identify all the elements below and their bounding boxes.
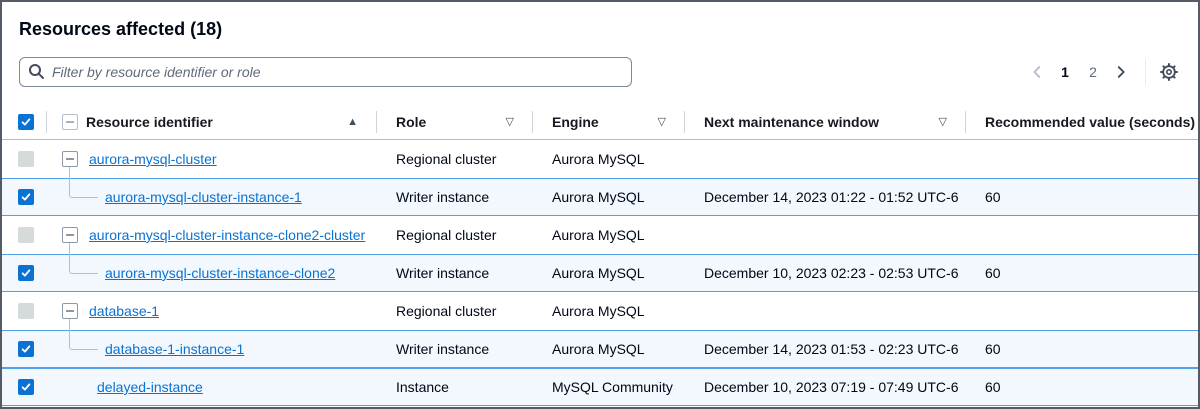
row-checkbox[interactable] [18, 189, 34, 205]
tree-connector [69, 330, 98, 350]
window-cell [684, 292, 965, 330]
engine-cell: Aurora MySQL [532, 216, 684, 254]
resource-link[interactable]: delayed-instance [46, 379, 203, 395]
window-cell [684, 216, 965, 254]
row-checkbox-disabled [18, 303, 34, 319]
column-label-window: Next maintenance window [704, 114, 879, 130]
value-cell [965, 292, 1198, 330]
role-cell: Regional cluster [376, 292, 532, 330]
toolbar-divider [1145, 59, 1146, 85]
role-cell: Writer instance [376, 255, 532, 291]
value-cell: 60 [965, 331, 1198, 367]
next-page-button[interactable] [1109, 60, 1133, 84]
value-cell: 60 [965, 369, 1198, 405]
role-cell: Writer instance [376, 179, 532, 215]
checkmark-icon [20, 381, 32, 393]
row-checkbox-disabled [18, 151, 34, 167]
column-header-resource[interactable]: Resource identifier ▲ [46, 104, 376, 139]
table-header-row: Resource identifier ▲ Role ▽ Engine ▽ Ne… [2, 104, 1198, 140]
pagination: 1 2 [1025, 60, 1133, 84]
page-title: Resources affected (18) [19, 18, 1198, 40]
column-header-window[interactable]: Next maintenance window ▽ [684, 104, 965, 139]
tree-connector [69, 254, 98, 274]
checkmark-icon [20, 191, 32, 203]
table-row: database-1-instance-1 Writer instance Au… [2, 330, 1198, 368]
resources-table: Resource identifier ▲ Role ▽ Engine ▽ Ne… [2, 104, 1198, 406]
row-checkbox[interactable] [18, 341, 34, 357]
collapse-row-icon[interactable] [62, 151, 78, 167]
table-row: delayed-instance Instance MySQL Communit… [2, 368, 1198, 406]
select-all-checkbox[interactable] [18, 114, 34, 130]
header-select-cell [2, 104, 46, 139]
checkmark-icon [20, 267, 32, 279]
engine-cell: Aurora MySQL [532, 179, 684, 215]
table-row: aurora-mysql-cluster Regional cluster Au… [2, 140, 1198, 178]
sort-icon-role[interactable]: ▽ [496, 115, 514, 128]
row-checkbox[interactable] [18, 379, 34, 395]
value-cell: 60 [965, 255, 1198, 291]
table-row: aurora-mysql-cluster-instance-clone2-clu… [2, 216, 1198, 254]
resources-affected-panel: Resources affected (18) 1 2 [0, 0, 1200, 409]
checkmark-icon [20, 343, 32, 355]
window-cell: December 10, 2023 07:19 - 07:49 UTC-6 [684, 369, 965, 405]
window-cell: December 10, 2023 02:23 - 02:53 UTC-6 [684, 255, 965, 291]
row-checkbox-disabled [18, 227, 34, 243]
value-cell [965, 140, 1198, 178]
column-label-resource: Resource identifier [86, 114, 213, 130]
role-cell: Writer instance [376, 331, 532, 367]
sort-icon-value[interactable]: ▽ [1195, 115, 1200, 128]
page-button-2[interactable]: 2 [1081, 60, 1105, 84]
window-cell: December 14, 2023 01:53 - 02:23 UTC-6 [684, 331, 965, 367]
role-cell: Regional cluster [376, 216, 532, 254]
role-cell: Regional cluster [376, 140, 532, 178]
column-label-value: Recommended value (seconds) [985, 114, 1195, 130]
resource-link[interactable]: aurora-mysql-cluster-instance-clone2-clu… [46, 227, 365, 243]
engine-cell: Aurora MySQL [532, 331, 684, 367]
sort-icon-window[interactable]: ▽ [929, 115, 947, 128]
chevron-right-icon [1114, 65, 1128, 79]
window-cell: December 14, 2023 01:22 - 01:52 UTC-6 [684, 179, 965, 215]
collapse-row-icon[interactable] [62, 227, 78, 243]
table-row: aurora-mysql-cluster-instance-1 Writer i… [2, 178, 1198, 216]
column-header-value[interactable]: Recommended value (seconds) ▽ [965, 104, 1200, 139]
filter-input[interactable] [19, 57, 632, 87]
sort-ascending-icon[interactable]: ▲ [337, 116, 358, 128]
column-label-engine: Engine [552, 114, 599, 130]
row-checkbox[interactable] [18, 265, 34, 281]
value-cell [965, 216, 1198, 254]
role-cell: Instance [376, 369, 532, 405]
table-toolbar: 1 2 [2, 56, 1198, 88]
column-header-engine[interactable]: Engine ▽ [532, 104, 684, 139]
window-cell [684, 140, 965, 178]
checkmark-icon [20, 116, 32, 128]
engine-cell: MySQL Community [532, 369, 684, 405]
collapse-row-icon[interactable] [62, 303, 78, 319]
previous-page-button[interactable] [1025, 60, 1049, 84]
gear-icon [1159, 62, 1179, 82]
tree-connector [69, 178, 98, 198]
table-row: database-1 Regional cluster Aurora MySQL [2, 292, 1198, 330]
page-button-1[interactable]: 1 [1053, 60, 1077, 84]
filter-container [19, 57, 632, 87]
engine-cell: Aurora MySQL [532, 140, 684, 178]
column-label-role: Role [396, 114, 426, 130]
table-row: aurora-mysql-cluster-instance-clone2 Wri… [2, 254, 1198, 292]
column-header-role[interactable]: Role ▽ [376, 104, 532, 139]
value-cell: 60 [965, 179, 1198, 215]
sort-icon-engine[interactable]: ▽ [648, 115, 666, 128]
engine-cell: Aurora MySQL [532, 292, 684, 330]
chevron-left-icon [1030, 65, 1044, 79]
collapse-all-icon[interactable] [62, 114, 78, 130]
preferences-button[interactable] [1156, 59, 1182, 85]
engine-cell: Aurora MySQL [532, 255, 684, 291]
